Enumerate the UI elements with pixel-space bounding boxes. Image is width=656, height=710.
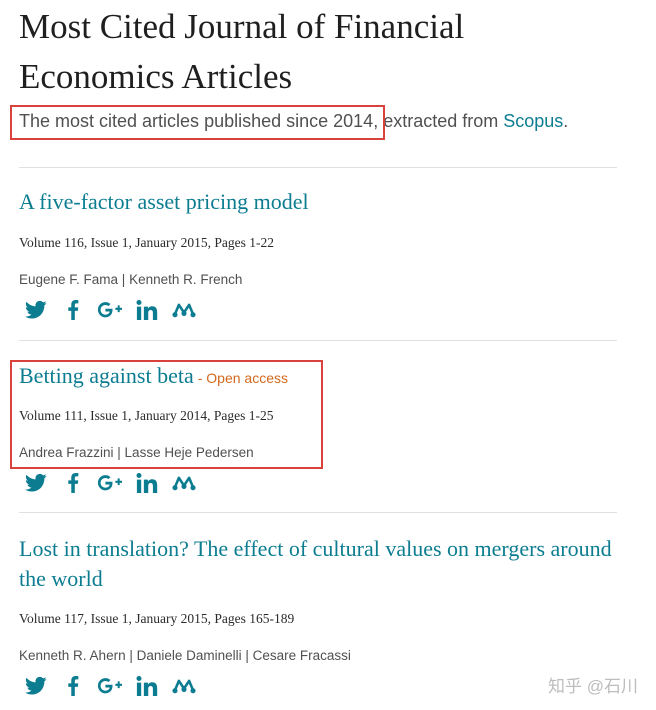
article-meta: Volume 117, Issue 1, January 2015, Pages… [19,611,295,626]
divider [19,167,617,168]
google-plus-icon[interactable] [98,471,122,495]
article-title-link[interactable]: Lost in translation? The effect of cultu… [19,536,612,591]
share-bar [24,674,196,698]
highlight-box-article [10,360,323,469]
subtitle-middle: extracted from [378,111,504,131]
watermark: 知乎 @石川 [548,677,638,696]
article-meta: Volume 116, Issue 1, January 2015, Pages… [19,235,274,250]
linkedin-icon[interactable] [135,298,159,322]
twitter-icon[interactable] [24,674,48,698]
article-item: Lost in translation? The effect of cultu… [19,534,619,704]
mendeley-icon[interactable] [172,674,196,698]
mendeley-icon[interactable] [172,298,196,322]
twitter-icon[interactable] [24,471,48,495]
article-title-link[interactable]: A five-factor asset pricing model [19,189,309,214]
article-item: A five-factor asset pricing model Volume… [19,187,619,327]
scopus-link[interactable]: Scopus [503,111,563,131]
subtitle-suffix: . [563,111,569,131]
google-plus-icon[interactable] [98,674,122,698]
facebook-icon[interactable] [61,471,85,495]
divider [19,512,617,513]
mendeley-icon[interactable] [172,471,196,495]
divider [19,340,617,341]
share-bar [24,471,196,495]
highlight-box-subtitle [10,105,385,140]
article-authors: Eugene F. Fama | Kenneth R. French [19,272,243,287]
twitter-icon[interactable] [24,298,48,322]
article-authors: Kenneth R. Ahern | Daniele Daminelli | C… [19,648,351,663]
google-plus-icon[interactable] [98,298,122,322]
facebook-icon[interactable] [61,298,85,322]
facebook-icon[interactable] [61,674,85,698]
linkedin-icon[interactable] [135,471,159,495]
share-bar [24,298,196,322]
linkedin-icon[interactable] [135,674,159,698]
page-title: Most Cited Journal of Financial Economic… [19,7,465,96]
